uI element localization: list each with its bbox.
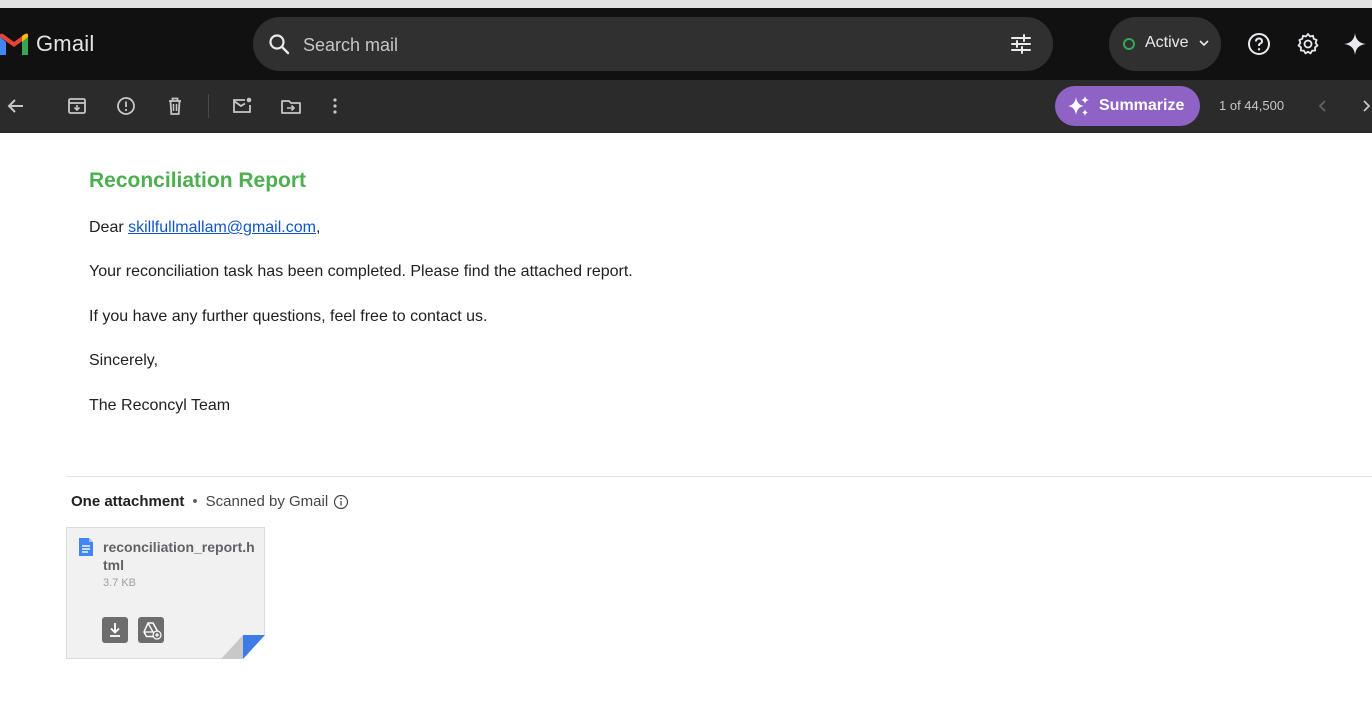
attachments-divider xyxy=(66,476,1372,477)
help-icon[interactable] xyxy=(1247,32,1271,56)
attachment-filename[interactable]: reconciliation_report.html xyxy=(103,538,258,574)
greeting-suffix: , xyxy=(315,219,321,236)
add-to-drive-icon xyxy=(143,622,162,640)
email-body-line-1: Your reconciliation task has been comple… xyxy=(89,263,633,280)
filter-icon[interactable] xyxy=(1009,32,1033,56)
email-closing: Sincerely, xyxy=(89,352,159,369)
download-icon xyxy=(110,623,120,637)
archive-icon[interactable] xyxy=(65,94,89,118)
next-icon[interactable] xyxy=(1356,96,1372,116)
page-fold-decoration xyxy=(221,635,265,659)
bullet-separator: • xyxy=(192,493,198,510)
attachments-header: One attachment • Scanned by Gmail xyxy=(71,493,349,510)
search-bar[interactable] xyxy=(253,17,1053,71)
active-status-dot xyxy=(1123,38,1135,50)
attachment-size: 3.7 KB xyxy=(103,577,137,589)
settings-icon[interactable] xyxy=(1296,32,1320,56)
email-signature: The Reconcyl Team xyxy=(89,397,231,414)
move-to-icon[interactable] xyxy=(279,94,303,118)
gmail-logo[interactable]: Gmail xyxy=(0,30,94,58)
toolbar-separator xyxy=(208,94,209,118)
status-selector[interactable]: Active xyxy=(1109,17,1221,71)
recipient-email-link[interactable]: skillfullmallam@gmail.com xyxy=(128,219,316,236)
email-greeting: Dear skillfullmallam@gmail.com, xyxy=(89,219,320,237)
back-icon[interactable] xyxy=(4,94,28,118)
app-header: Gmail Active xyxy=(0,8,1372,80)
add-to-drive-button[interactable] xyxy=(138,617,164,643)
summarize-label: Summarize xyxy=(1099,97,1185,114)
greeting-prefix: Dear xyxy=(89,219,129,236)
email-toolbar: Summarize 1 of 44,500 xyxy=(0,80,1372,133)
info-icon[interactable] xyxy=(333,494,349,510)
mark-unread-icon[interactable] xyxy=(230,94,254,118)
browser-top-strip xyxy=(0,0,1372,8)
more-icon[interactable] xyxy=(323,94,347,118)
attachment-card[interactable]: reconciliation_report.html 3.7 KB xyxy=(66,527,265,659)
search-input[interactable] xyxy=(301,27,985,63)
app-name: Gmail xyxy=(36,31,95,56)
gemini-icon[interactable] xyxy=(1343,32,1367,56)
status-label: Active xyxy=(1145,34,1189,51)
report-spam-icon[interactable] xyxy=(114,94,138,118)
download-button[interactable] xyxy=(102,617,128,643)
chevron-down-icon xyxy=(1199,40,1209,47)
prev-icon[interactable] xyxy=(1313,96,1333,116)
sparkle-icon xyxy=(1068,96,1089,116)
delete-icon[interactable] xyxy=(163,94,187,118)
pagination-count: 1 of 44,500 xyxy=(1219,98,1285,113)
attachments-count: One attachment xyxy=(71,493,185,510)
scanned-label: Scanned by Gmail xyxy=(205,493,329,510)
email-body-line-2: If you have any further questions, feel … xyxy=(89,308,488,325)
document-icon xyxy=(79,538,93,556)
summarize-button[interactable]: Summarize xyxy=(1055,86,1200,126)
search-icon[interactable] xyxy=(267,32,291,56)
gmail-logo-icon xyxy=(0,33,28,55)
email-title: Reconciliation Report xyxy=(89,169,307,192)
